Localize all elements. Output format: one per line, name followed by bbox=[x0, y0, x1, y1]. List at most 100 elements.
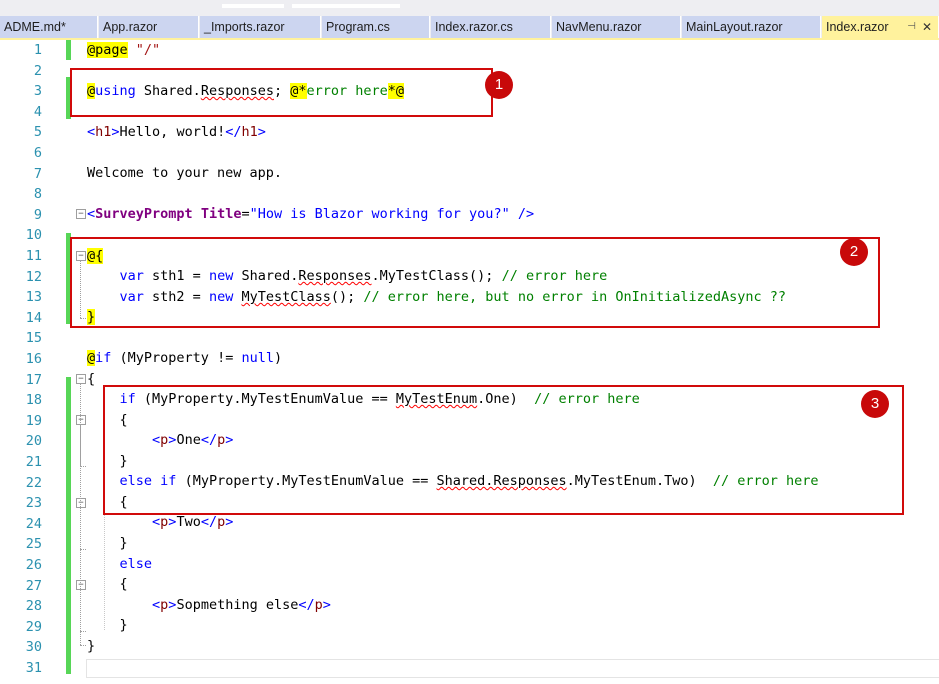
callout-badge-1: 1 bbox=[485, 71, 513, 99]
tab-label: Index.razor bbox=[826, 20, 889, 34]
code-keyword: null bbox=[241, 350, 274, 366]
code-text: } bbox=[87, 535, 128, 551]
code-keyword: else bbox=[119, 556, 153, 572]
code-text: } bbox=[87, 638, 96, 654]
tab-label: NavMenu.razor bbox=[556, 20, 642, 34]
callout-badge-2: 2 bbox=[840, 238, 868, 266]
line-number: 15 bbox=[25, 330, 42, 347]
code-text: Welcome to your new app. bbox=[87, 165, 283, 181]
editor-line: 31 bbox=[0, 658, 939, 679]
tab-2[interactable]: _Imports.razor bbox=[200, 16, 321, 38]
editor-line: 8 bbox=[0, 184, 939, 205]
line-number: 22 bbox=[25, 474, 42, 491]
code-text: = bbox=[241, 206, 250, 222]
code-tag: h1 bbox=[241, 124, 258, 140]
tab-1[interactable]: App.razor bbox=[99, 16, 199, 38]
code-punct: < bbox=[87, 206, 96, 222]
code-line-5: <h1>Hello, world!</h1> bbox=[87, 122, 266, 143]
tab-label: Index.razor.cs bbox=[435, 20, 513, 34]
line-number: 9 bbox=[33, 206, 42, 223]
code-line-1: @page "/" bbox=[87, 40, 160, 61]
line-number: 11 bbox=[25, 248, 42, 264]
tab-label: App.razor bbox=[103, 20, 158, 34]
code-text: { bbox=[87, 371, 96, 387]
line-number: 28 bbox=[25, 598, 42, 615]
tab-label: MainLayout.razor bbox=[686, 20, 783, 34]
tab-label: Program.cs bbox=[326, 20, 390, 34]
razor-directive: @page bbox=[87, 42, 128, 58]
code-punct: < bbox=[87, 597, 161, 613]
line-number: 10 bbox=[25, 227, 42, 244]
tab-label: ADME.md* bbox=[4, 20, 66, 34]
code-tag: p bbox=[217, 514, 226, 530]
line-number: 30 bbox=[25, 639, 42, 656]
line-number: 18 bbox=[25, 392, 42, 409]
line-number: 3 bbox=[33, 83, 42, 100]
code-line-25: } bbox=[87, 533, 128, 554]
line-number: 20 bbox=[25, 433, 42, 450]
code-attribute: Title bbox=[200, 206, 242, 222]
code-text: { bbox=[87, 576, 128, 592]
code-text: (MyProperty != bbox=[111, 350, 242, 366]
code-punct: </ bbox=[225, 124, 242, 140]
line-number: 16 bbox=[25, 351, 42, 367]
tab-5[interactable]: NavMenu.razor bbox=[552, 16, 681, 38]
editor-line: 6 bbox=[0, 143, 939, 164]
pin-icon[interactable]: ⊣ bbox=[907, 16, 916, 38]
code-line-29: } bbox=[87, 615, 128, 636]
code-tag: p bbox=[314, 597, 323, 613]
code-line-16: @if (MyProperty != null) bbox=[87, 348, 282, 369]
close-icon[interactable]: ✕ bbox=[922, 16, 932, 38]
line-number: 2 bbox=[33, 62, 42, 79]
line-number: 26 bbox=[25, 557, 42, 573]
code-punct: /> bbox=[509, 206, 535, 222]
line-number: 17 bbox=[25, 371, 42, 388]
code-editor[interactable]: − − − − − − 1 2 3 4 5 6 7 8 9 10 11 12 13 14 15 16 17 18 1… bbox=[0, 40, 939, 684]
code-line-9: <SurveyPrompt Title="How is Blazor worki… bbox=[87, 204, 534, 225]
code-keyword: if bbox=[95, 350, 112, 366]
code-punct: > bbox=[225, 514, 234, 530]
editor-line: 15 bbox=[0, 328, 939, 349]
line-number: 5 bbox=[33, 124, 42, 141]
code-punct: > bbox=[111, 124, 120, 140]
line-number: 8 bbox=[33, 186, 42, 203]
line-number: 29 bbox=[25, 618, 42, 635]
tab-index-razor-active[interactable]: Index.razor ⊣ ✕ bbox=[822, 16, 939, 38]
code-text: ) bbox=[273, 350, 283, 366]
code-component: SurveyPrompt bbox=[95, 206, 193, 222]
code-punct: > bbox=[257, 124, 266, 140]
code-line-28: <p>Sopmething else</p> bbox=[87, 595, 331, 616]
tab-4[interactable]: Index.razor.cs bbox=[431, 16, 551, 38]
callout-box-1 bbox=[70, 68, 493, 117]
code-line-26: else bbox=[87, 554, 153, 575]
code-line-30: } bbox=[87, 636, 95, 657]
code-line-17: { bbox=[87, 369, 95, 390]
code-tag: h1 bbox=[95, 124, 112, 140]
code-text: Two bbox=[176, 514, 201, 530]
tab-label: _Imports.razor bbox=[204, 20, 285, 34]
code-punct: </ bbox=[200, 514, 218, 530]
tab-0[interactable]: ADME.md* bbox=[0, 16, 98, 38]
callout-badge-3: 3 bbox=[861, 390, 889, 418]
line-number: 31 bbox=[25, 660, 42, 676]
line-number: 6 bbox=[33, 145, 42, 161]
code-line-24: <p>Two</p> bbox=[87, 512, 233, 533]
code-punct: < bbox=[87, 124, 96, 140]
tab-bar-highlight bbox=[292, 4, 400, 8]
tab-6[interactable]: MainLayout.razor bbox=[682, 16, 821, 38]
code-punct: </ bbox=[298, 597, 315, 613]
callout-box-2 bbox=[70, 237, 880, 328]
code-punct: < bbox=[87, 514, 161, 530]
line-number: 14 bbox=[25, 309, 42, 326]
code-string: "How is Blazor working for you?" bbox=[249, 206, 510, 222]
line-number: 25 bbox=[25, 536, 42, 553]
line-number: 7 bbox=[33, 165, 42, 182]
editor-line: 29 bbox=[0, 617, 939, 638]
tab-3[interactable]: Program.cs bbox=[322, 16, 430, 38]
code-text: Hello, world! bbox=[119, 124, 226, 140]
code-punct: > bbox=[322, 597, 331, 613]
line-number: 12 bbox=[25, 268, 42, 285]
